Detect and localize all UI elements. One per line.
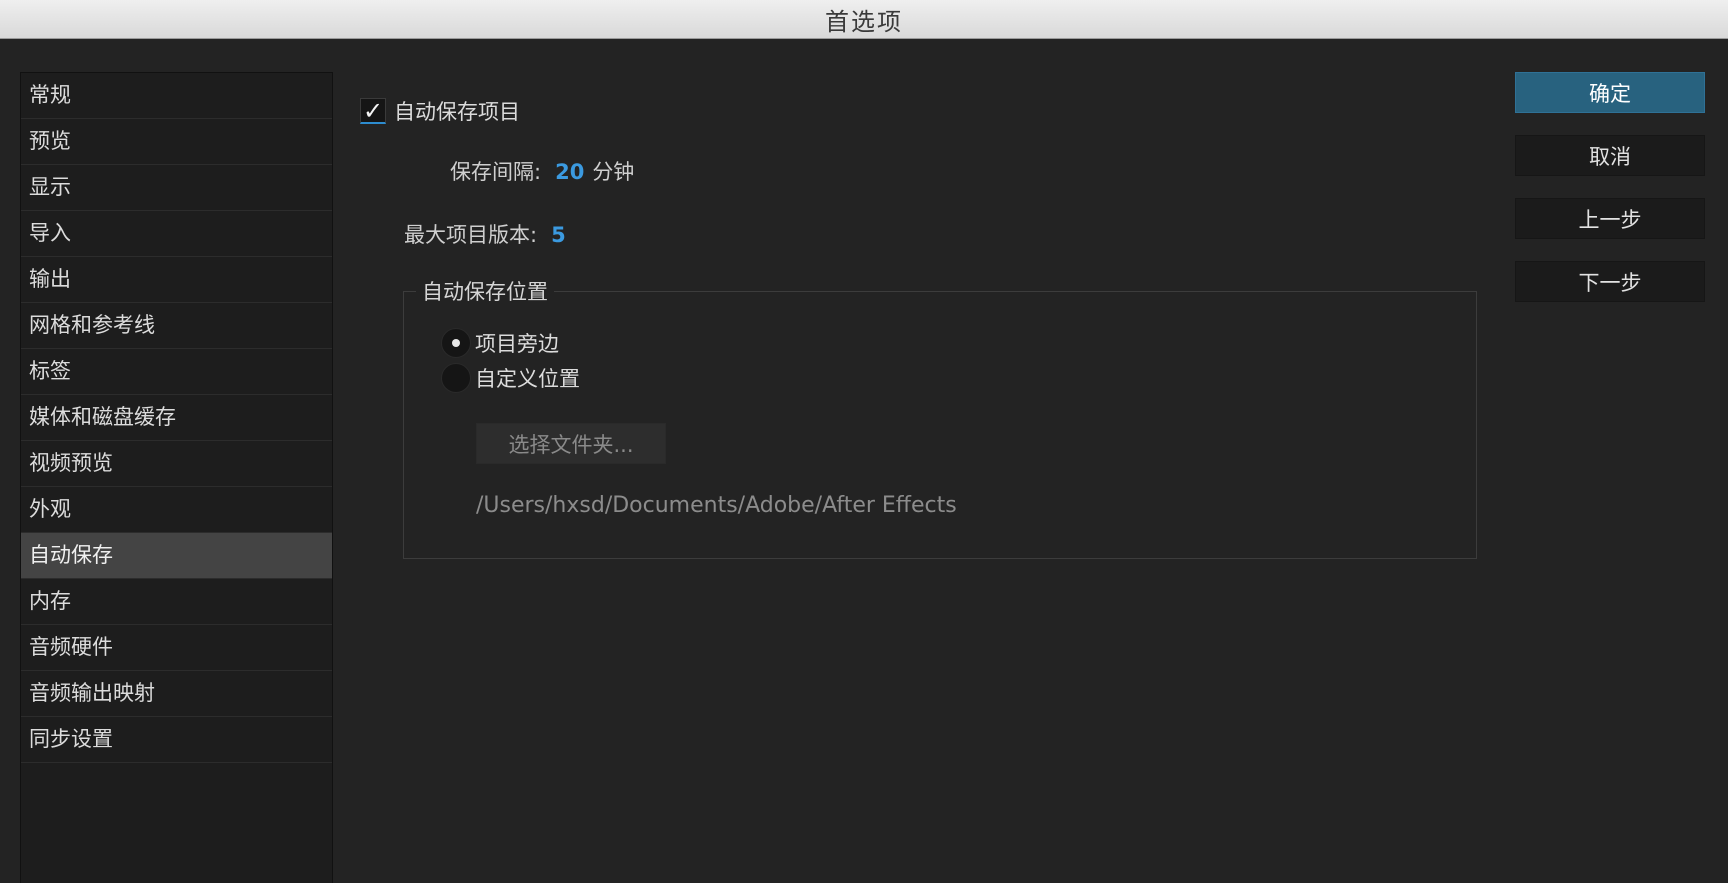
next-button[interactable]: 下一步 xyxy=(1515,261,1705,302)
radio-next-to-project[interactable] xyxy=(441,328,471,358)
choose-folder-button[interactable]: 选择文件夹... xyxy=(476,423,666,464)
radio-next-to-project-label[interactable]: 项目旁边 xyxy=(475,328,559,358)
radio-custom-location-row[interactable]: 自定义位置 xyxy=(441,363,580,393)
auto-save-checkbox-label[interactable]: 自动保存项目 xyxy=(394,96,520,126)
save-interval-value[interactable]: 20 xyxy=(555,160,584,184)
window-title: 首选项 xyxy=(825,7,903,36)
sidebar-item-general[interactable]: 常规 xyxy=(21,73,332,119)
sidebar-item-auto-save[interactable]: 自动保存 xyxy=(21,533,332,579)
sidebar-item-display[interactable]: 显示 xyxy=(21,165,332,211)
save-interval-row: 保存间隔: 20 分钟 xyxy=(450,156,634,186)
sidebar-item-audio-output-mapping[interactable]: 音频输出映射 xyxy=(21,671,332,717)
category-list: 常规 预览 显示 导入 输出 网格和参考线 标签 媒体和磁盘缓存 视频预览 外观… xyxy=(20,72,333,883)
sidebar-item-import[interactable]: 导入 xyxy=(21,211,332,257)
auto-save-project-row: ✓ 自动保存项目 xyxy=(360,96,520,126)
sidebar-item-memory[interactable]: 内存 xyxy=(21,579,332,625)
sidebar-item-video-preview[interactable]: 视频预览 xyxy=(21,441,332,487)
max-versions-row: 最大项目版本: 5 xyxy=(404,219,566,249)
sidebar-item-labels[interactable]: 标签 xyxy=(21,349,332,395)
checkmark-icon: ✓ xyxy=(362,96,384,125)
sidebar-item-appearance[interactable]: 外观 xyxy=(21,487,332,533)
auto-save-checkbox[interactable]: ✓ xyxy=(360,98,386,124)
save-interval-label: 保存间隔: xyxy=(450,160,542,184)
previous-button[interactable]: 上一步 xyxy=(1515,198,1705,239)
sidebar-item-media-disk-cache[interactable]: 媒体和磁盘缓存 xyxy=(21,395,332,441)
radio-custom-location[interactable] xyxy=(441,363,471,393)
sidebar-item-audio-hardware[interactable]: 音频硬件 xyxy=(21,625,332,671)
sidebar-item-previews[interactable]: 预览 xyxy=(21,119,332,165)
radio-selected-dot xyxy=(452,339,460,347)
sidebar-item-grids-guides[interactable]: 网格和参考线 xyxy=(21,303,332,349)
preferences-dialog: 首选项 常规 预览 显示 导入 输出 网格和参考线 标签 媒体和磁盘缓存 视频预… xyxy=(0,0,1728,883)
auto-save-path: /Users/hxsd/Documents/Adobe/After Effect… xyxy=(476,493,957,518)
sidebar-item-sync-settings[interactable]: 同步设置 xyxy=(21,717,332,763)
radio-next-to-project-row[interactable]: 项目旁边 xyxy=(441,328,559,358)
title-bar: 首选项 xyxy=(0,0,1728,39)
auto-save-location-title: 自动保存位置 xyxy=(416,276,554,306)
sidebar-item-output[interactable]: 输出 xyxy=(21,257,332,303)
cancel-button[interactable]: 取消 xyxy=(1515,135,1705,176)
max-versions-label: 最大项目版本: xyxy=(404,223,538,247)
save-interval-unit: 分钟 xyxy=(592,160,635,184)
ok-button[interactable]: 确定 xyxy=(1515,72,1705,113)
max-versions-value[interactable]: 5 xyxy=(551,223,566,247)
radio-custom-location-label[interactable]: 自定义位置 xyxy=(475,363,580,393)
